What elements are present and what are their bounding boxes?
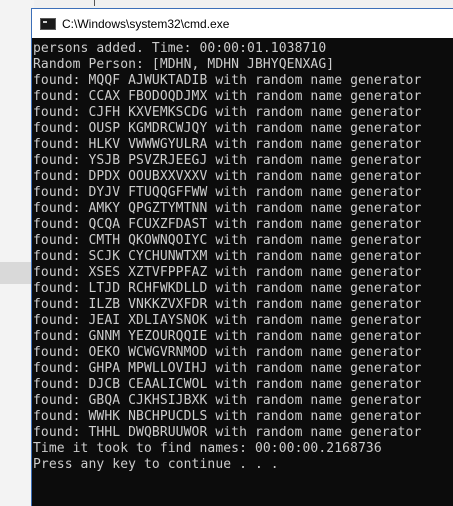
background-window-band [0, 262, 34, 284]
console-line: found: JEAI XDLIAYSNOK with random name … [33, 313, 422, 328]
console-line: found: OUSP KGMDRCWJQY with random name … [33, 121, 422, 136]
console-line: found: OEKO WCWGVRNMOD with random name … [33, 345, 422, 360]
console-line: found: GNNM YEZOURQQIE with random name … [33, 329, 422, 344]
console-line: found: CJFH KXVEMKSCDG with random name … [33, 105, 422, 120]
background-window-edge [0, 0, 34, 506]
window-titlebar[interactable]: C:\Windows\system32\cmd.exe [32, 9, 453, 38]
console-line: found: THHL DWQBRUUWOR with random name … [33, 425, 422, 440]
console-line: found: MQQF AJWUKTADIB with random name … [33, 73, 422, 88]
console-line: found: CMTH QKOWNQOIYC with random name … [33, 233, 422, 248]
background-tick-mark [94, 0, 95, 6]
console-line: found: XSES XZTVFPPFAZ with random name … [33, 265, 422, 280]
console-line: found: LTJD RCHFWKDLLD with random name … [33, 281, 422, 296]
console-line: found: DYJV FTUQQGFFWW with random name … [33, 185, 422, 200]
console-line: found: WWHK NBCHPUCDLS with random name … [33, 409, 422, 424]
console-line: found: GHPA MPWLLOVIHJ with random name … [33, 361, 422, 376]
console-line: found: AMKY QPGZTYMTNN with random name … [33, 201, 422, 216]
console-line: found: QCQA FCUXZFDAST with random name … [33, 217, 422, 232]
console-line: found: DPDX OOUBXXVXXV with random name … [33, 169, 422, 184]
console-line: found: CCAX FBODOQDJMX with random name … [33, 89, 422, 104]
cmd-window[interactable]: C:\Windows\system32\cmd.exe persons adde… [31, 8, 453, 506]
console-line: Random Person: [MDHN, MDHN JBHYQENXAG] [33, 57, 335, 72]
console-line: found: SCJK CYCHUNWTXM with random name … [33, 249, 422, 264]
console-output[interactable]: persons added. Time: 00:00:01.1038710 Ra… [32, 38, 453, 506]
console-line: found: HLKV VWWWGYULRA with random name … [33, 137, 422, 152]
window-title: C:\Windows\system32\cmd.exe [62, 16, 230, 31]
desktop-background: C:\Windows\system32\cmd.exe persons adde… [0, 0, 453, 506]
console-line: found: GBQA CJKHSIJBXK with random name … [33, 393, 422, 408]
console-line: found: DJCB CEAALICWOL with random name … [33, 377, 422, 392]
console-line: found: YSJB PSVZRJEEGJ with random name … [33, 153, 422, 168]
console-line: Press any key to continue . . . [33, 457, 279, 472]
console-line: found: ILZB VNKKZVXFDR with random name … [33, 297, 422, 312]
console-line: Time it took to find names: 00:00:00.216… [33, 441, 382, 456]
console-icon [40, 17, 56, 30]
console-line: persons added. Time: 00:00:01.1038710 [33, 41, 327, 56]
